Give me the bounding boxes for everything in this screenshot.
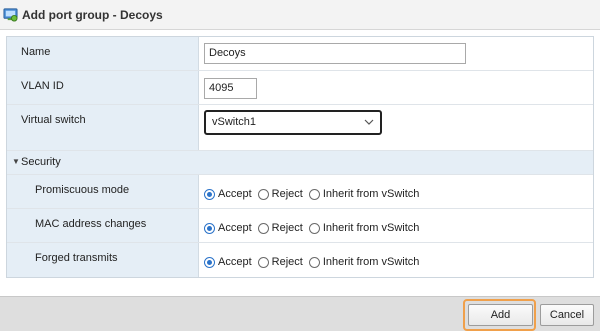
promiscuous-accept-radio[interactable] <box>204 188 215 200</box>
vswitch-label: Virtual switch <box>21 114 86 126</box>
forged-transmits-reject-radio[interactable] <box>257 256 269 268</box>
mac-changes-accept-radio[interactable] <box>204 222 215 234</box>
name-input[interactable]: Decoys <box>204 43 466 64</box>
promiscuous-reject-radio[interactable] <box>257 188 269 200</box>
vlan-label: VLAN ID <box>21 80 64 92</box>
promiscuous-row: Promiscuous mode Accept Reject Inherit f… <box>7 175 593 209</box>
vswitch-row: Virtual switch vSwitch1 <box>7 105 593 151</box>
port-group-form: Name Decoys VLAN ID 4095 Virtual switch … <box>6 36 594 278</box>
promiscuous-inherit-radio[interactable] <box>308 188 320 200</box>
network-icon <box>3 8 18 22</box>
mac-changes-row: MAC address changes Accept Reject Inheri… <box>7 209 593 243</box>
name-row: Name Decoys <box>7 37 593 71</box>
chevron-down-icon <box>364 119 374 125</box>
forged-transmits-radio-group: Accept Reject Inherit from vSwitch <box>204 256 425 268</box>
vlan-row: VLAN ID 4095 <box>7 71 593 105</box>
caret-down-icon: ▼ <box>12 157 20 166</box>
vswitch-value: vSwitch1 <box>212 116 257 128</box>
cancel-button[interactable]: Cancel <box>540 304 594 326</box>
forged-transmits-row: Forged transmits Accept Reject Inherit f… <box>7 243 593 277</box>
mac-changes-reject-radio[interactable] <box>257 222 269 234</box>
forged-transmits-label: Forged transmits <box>35 252 118 264</box>
promiscuous-radio-group: Accept Reject Inherit from vSwitch <box>204 188 425 200</box>
security-label: Security <box>21 156 61 168</box>
dialog-footer: Add Cancel <box>0 296 600 331</box>
dialog-title: Add port group - Decoys <box>22 7 163 22</box>
forged-transmits-inherit-radio[interactable] <box>308 256 320 268</box>
promiscuous-label: Promiscuous mode <box>35 184 130 196</box>
vswitch-select[interactable]: vSwitch1 <box>204 110 382 135</box>
forged-transmits-accept-radio[interactable] <box>204 256 215 268</box>
mac-changes-label: MAC address changes <box>35 218 147 230</box>
add-button[interactable]: Add <box>468 304 533 326</box>
dialog-titlebar: Add port group - Decoys <box>0 0 600 30</box>
mac-changes-inherit-radio[interactable] <box>308 222 320 234</box>
security-section-header[interactable]: ▼ Security <box>7 151 593 175</box>
vlan-input[interactable]: 4095 <box>204 78 257 99</box>
name-label: Name <box>21 46 51 58</box>
mac-changes-radio-group: Accept Reject Inherit from vSwitch <box>204 222 425 234</box>
